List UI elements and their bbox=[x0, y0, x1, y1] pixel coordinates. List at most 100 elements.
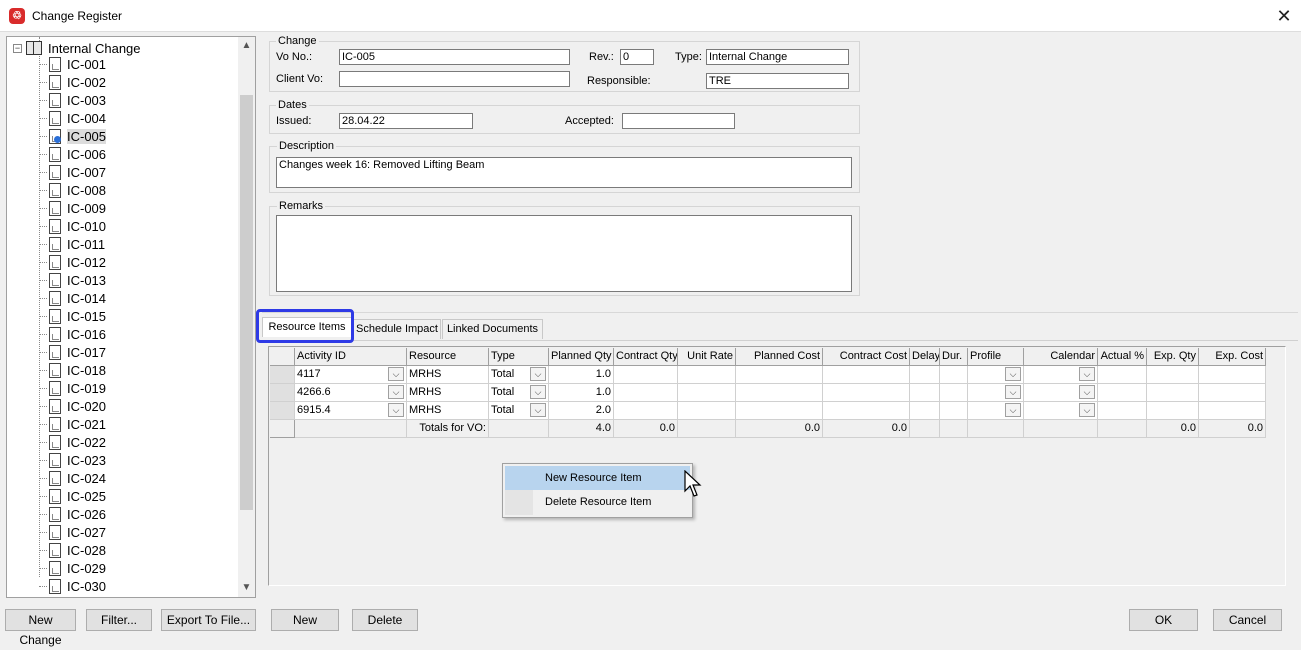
tree-item-ic-019[interactable]: IC-019 bbox=[7, 379, 239, 397]
grid-cell[interactable]: ⌵ bbox=[968, 402, 1024, 420]
grid-cell[interactable] bbox=[295, 420, 407, 438]
grid-cell[interactable] bbox=[614, 402, 678, 420]
issued-field[interactable]: 28.04.22 bbox=[339, 113, 473, 129]
grid-cell[interactable] bbox=[1199, 366, 1266, 384]
tree-item-ic-008[interactable]: IC-008 bbox=[7, 181, 239, 199]
grid-cell[interactable] bbox=[1147, 384, 1199, 402]
grid-cell[interactable]: MRHS bbox=[407, 366, 489, 384]
export-to-file-button[interactable]: Export To File... bbox=[161, 609, 256, 631]
accepted-field[interactable] bbox=[622, 113, 735, 129]
tree-scroll-thumb[interactable] bbox=[240, 95, 253, 510]
grid-cell[interactable] bbox=[614, 366, 678, 384]
grid-cell[interactable] bbox=[489, 420, 549, 438]
column-header-planned-cost[interactable]: Planned Cost bbox=[736, 348, 823, 366]
remarks-field[interactable] bbox=[276, 215, 852, 292]
tree-item-ic-021[interactable]: IC-021 bbox=[7, 415, 239, 433]
tree-item-ic-010[interactable]: IC-010 bbox=[7, 217, 239, 235]
totals-label[interactable]: Totals for VO: bbox=[407, 420, 489, 438]
totals-planned-cost[interactable]: 0.0 bbox=[736, 420, 823, 438]
scroll-up-icon[interactable]: ▲ bbox=[238, 38, 255, 54]
grid-cell[interactable] bbox=[940, 420, 968, 438]
grid-cell[interactable] bbox=[940, 384, 968, 402]
tree-item-ic-022[interactable]: IC-022 bbox=[7, 433, 239, 451]
filter-button[interactable]: Filter... bbox=[86, 609, 152, 631]
column-header-contract-cost[interactable]: Contract Cost bbox=[823, 348, 910, 366]
menu-item-new-resource-item[interactable]: New Resource Item bbox=[505, 466, 690, 490]
grid-cell[interactable] bbox=[1199, 402, 1266, 420]
grid-cell[interactable]: 6915.4 ⌵ bbox=[295, 402, 407, 420]
chevron-down-icon[interactable]: ⌵ bbox=[1005, 403, 1021, 417]
chevron-down-icon[interactable]: ⌵ bbox=[1079, 385, 1095, 399]
tree-item-ic-003[interactable]: IC-003 bbox=[7, 91, 239, 109]
tree-item-ic-013[interactable]: IC-013 bbox=[7, 271, 239, 289]
column-header-actual[interactable]: Actual % bbox=[1098, 348, 1147, 366]
grid-cell[interactable] bbox=[1147, 402, 1199, 420]
column-header-delay[interactable]: Delay bbox=[910, 348, 940, 366]
grid-cell[interactable]: Total ⌵ bbox=[489, 402, 549, 420]
grid-cell[interactable] bbox=[1098, 366, 1147, 384]
grid-cell[interactable]: 4117 ⌵ bbox=[295, 366, 407, 384]
column-header-planned-qty[interactable]: Planned Qty bbox=[549, 348, 614, 366]
column-header-type[interactable]: Type bbox=[489, 348, 549, 366]
close-icon[interactable]: ✕ bbox=[1272, 4, 1296, 28]
column-header-resource[interactable]: Resource bbox=[407, 348, 489, 366]
column-header-exp-cost[interactable]: Exp. Cost bbox=[1199, 348, 1266, 366]
tree-item-ic-027[interactable]: IC-027 bbox=[7, 523, 239, 541]
grid-cell[interactable] bbox=[1199, 384, 1266, 402]
delete-button[interactable]: Delete bbox=[352, 609, 418, 631]
scroll-down-icon[interactable]: ▼ bbox=[238, 580, 255, 596]
grid-cell[interactable]: 4266.6 ⌵ bbox=[295, 384, 407, 402]
tree-item-ic-015[interactable]: IC-015 bbox=[7, 307, 239, 325]
totals-planned-qty[interactable]: 4.0 bbox=[549, 420, 614, 438]
totals-contract-cost[interactable]: 0.0 bbox=[823, 420, 910, 438]
tree-item-ic-023[interactable]: IC-023 bbox=[7, 451, 239, 469]
column-header-profile[interactable]: Profile bbox=[968, 348, 1024, 366]
cancel-button[interactable]: Cancel bbox=[1213, 609, 1282, 631]
column-header-activity-id[interactable]: Activity ID bbox=[295, 348, 407, 366]
new-button[interactable]: New bbox=[271, 609, 339, 631]
row-header[interactable] bbox=[270, 384, 295, 402]
grid-cell[interactable] bbox=[1098, 420, 1147, 438]
row-header[interactable] bbox=[270, 420, 295, 438]
chevron-down-icon[interactable]: ⌵ bbox=[1079, 403, 1095, 417]
collapse-icon[interactable]: − bbox=[13, 43, 22, 53]
grid-cell[interactable] bbox=[968, 420, 1024, 438]
row-header[interactable] bbox=[270, 366, 295, 384]
grid-cell[interactable] bbox=[823, 366, 910, 384]
tree-item-ic-001[interactable]: IC-001 bbox=[7, 55, 239, 73]
grid-cell[interactable] bbox=[1147, 366, 1199, 384]
grid-cell[interactable] bbox=[678, 402, 736, 420]
grid-cell[interactable]: 1.0 bbox=[549, 384, 614, 402]
grid-cell[interactable] bbox=[823, 384, 910, 402]
chevron-down-icon[interactable]: ⌵ bbox=[1079, 367, 1095, 381]
grid-cell[interactable] bbox=[736, 384, 823, 402]
chevron-down-icon[interactable]: ⌵ bbox=[1005, 367, 1021, 381]
responsible-field[interactable]: TRE bbox=[706, 73, 849, 89]
client-vo-field[interactable] bbox=[339, 71, 570, 87]
chevron-down-icon[interactable]: ⌵ bbox=[388, 367, 404, 381]
tree-item-ic-004[interactable]: IC-004 bbox=[7, 109, 239, 127]
grid-cell[interactable]: MRHS bbox=[407, 402, 489, 420]
tree-item-ic-020[interactable]: IC-020 bbox=[7, 397, 239, 415]
tab-schedule-impact[interactable]: Schedule Impact bbox=[353, 319, 441, 339]
grid-cell[interactable] bbox=[910, 420, 940, 438]
grid-cell[interactable]: ⌵ bbox=[1024, 366, 1098, 384]
totals-exp-cost[interactable]: 0.0 bbox=[1199, 420, 1266, 438]
column-header-exp-qty[interactable]: Exp. Qty bbox=[1147, 348, 1199, 366]
tree-item-ic-024[interactable]: IC-024 bbox=[7, 469, 239, 487]
grid-cell[interactable] bbox=[736, 402, 823, 420]
vo-field[interactable]: IC-005 bbox=[339, 49, 570, 65]
tree-item-ic-028[interactable]: IC-028 bbox=[7, 541, 239, 559]
chevron-down-icon[interactable]: ⌵ bbox=[530, 367, 546, 381]
tree-item-ic-014[interactable]: IC-014 bbox=[7, 289, 239, 307]
tree-item-ic-012[interactable]: IC-012 bbox=[7, 253, 239, 271]
grid-cell[interactable] bbox=[614, 384, 678, 402]
tree-item-ic-030[interactable]: IC-030 bbox=[7, 577, 239, 595]
tree-item-ic-011[interactable]: IC-011 bbox=[7, 235, 239, 253]
chevron-down-icon[interactable]: ⌵ bbox=[530, 385, 546, 399]
chevron-down-icon[interactable]: ⌵ bbox=[388, 385, 404, 399]
grid-cell[interactable] bbox=[678, 366, 736, 384]
column-header-dur[interactable]: Dur. bbox=[940, 348, 968, 366]
grid-cell[interactable]: Total ⌵ bbox=[489, 384, 549, 402]
tree-item-ic-026[interactable]: IC-026 bbox=[7, 505, 239, 523]
